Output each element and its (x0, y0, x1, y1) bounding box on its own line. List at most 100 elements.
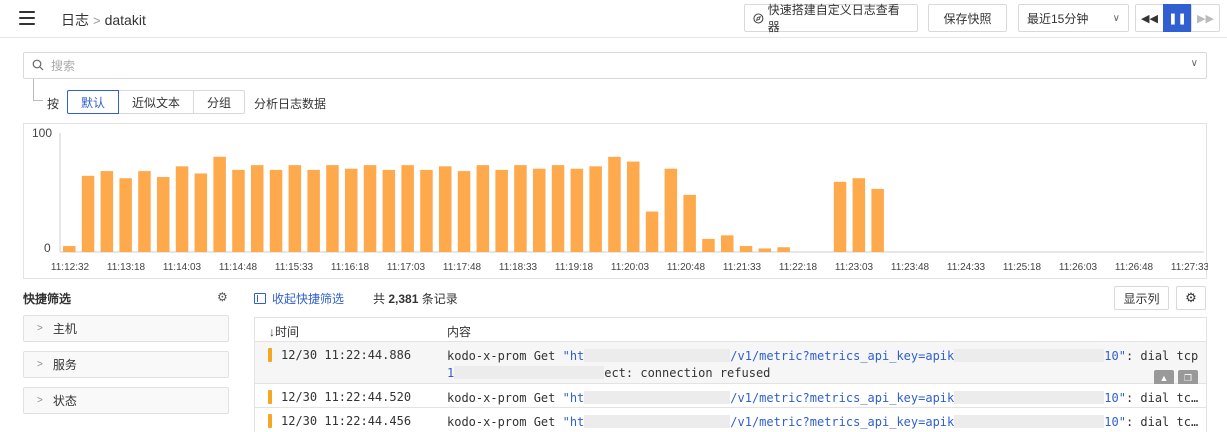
redacted-block (954, 349, 1105, 362)
gear-icon: ⚙ (1185, 290, 1197, 305)
x-tick-label: 11:23:03 (835, 262, 874, 273)
chart-bar (326, 165, 339, 252)
gear-icon[interactable]: ⚙ (217, 290, 228, 304)
search-input[interactable] (51, 56, 1181, 75)
filter-item-host[interactable]: > 主机 (23, 315, 229, 342)
x-tick-label: 11:23:48 (891, 262, 930, 273)
redacted-block (584, 391, 731, 404)
step-forward-button[interactable]: ▶▶ (1191, 4, 1220, 32)
step-back-button[interactable]: ◀◀ (1135, 4, 1164, 32)
row-time: 12/30 11:22:44.886 (281, 348, 412, 362)
top-bar: 日志 > datakit 快速搭建自定义日志查看器 保存快照 最近15分钟 ∨ … (0, 0, 1227, 38)
save-snapshot-button[interactable]: 保存快照 (928, 4, 1007, 32)
x-tick-label: 11:24:33 (947, 262, 986, 273)
chart-bar (645, 211, 659, 252)
group-by-prefix: 按 (47, 97, 60, 111)
chart-bar (269, 169, 283, 252)
tree-connector (33, 79, 43, 101)
chart-bar (138, 171, 151, 252)
table-row[interactable]: 12/30 11:22:44.456 kodo-x-prom Get "ht/v… (255, 408, 1206, 432)
hamburger-menu-icon[interactable] (18, 9, 36, 27)
filter-item-label: 主机 (52, 322, 77, 336)
table-row[interactable]: 12/30 11:22:44.886 kodo-x-prom Get "ht/v… (255, 342, 1206, 386)
group-option-group[interactable]: 分组 (193, 90, 245, 114)
x-tick-label: 11:15:33 (275, 262, 314, 273)
count-prefix: 共 (373, 292, 386, 306)
x-tick-label: 11:20:03 (611, 262, 650, 273)
display-columns-button[interactable]: 显示列 (1114, 286, 1169, 310)
quick-build-viewer-button[interactable]: 快速搭建自定义日志查看器 (744, 3, 918, 34)
group-option-default[interactable]: 默认 (67, 90, 119, 114)
chart-bar (457, 171, 471, 252)
chart-bar (758, 248, 772, 252)
status-bar (268, 414, 272, 428)
settings-button[interactable]: ⚙ (1176, 286, 1206, 310)
content-text: : dial tc… (1125, 415, 1199, 429)
redacted-block (954, 415, 1105, 428)
collapse-quick-filter-button[interactable]: 收起快捷筛选 (254, 290, 344, 307)
x-tick-label: 11:27:33 (1171, 262, 1208, 273)
content-url: /v1/metric?metrics_api_key=apik (730, 415, 955, 429)
compass-icon (753, 12, 764, 24)
row-content: kodo-x-prom Get "ht/v1/metric?metrics_ap… (447, 414, 1199, 431)
chart-bar (307, 169, 320, 252)
breadcrumb-root[interactable]: 日志 (61, 10, 89, 30)
content-text: kodo-x-prom Get (447, 391, 563, 405)
chart-bar (833, 181, 847, 252)
status-bar (268, 390, 272, 404)
x-tick-label: 11:25:18 (1003, 262, 1042, 273)
row-content: kodo-x-prom Get "ht/v1/metric?metrics_ap… (447, 390, 1199, 407)
content-url: /v1/metric?metrics_api_key=apik (730, 349, 955, 363)
content-text: kodo-x-prom Get (447, 415, 563, 429)
record-count: 共 2,381 条记录 (373, 290, 458, 307)
filter-item-service[interactable]: > 服务 (23, 351, 229, 378)
row-time: 12/30 11:22:44.520 (281, 390, 412, 404)
chart-bar (777, 247, 790, 252)
filter-item-label: 服务 (52, 358, 77, 372)
x-tick-label: 11:19:18 (555, 262, 594, 273)
x-tick-label: 11:14:03 (163, 262, 202, 273)
x-tick-label: 11:13:18 (107, 262, 146, 273)
column-header-time[interactable]: ↓时间 (269, 323, 299, 340)
chart-bar (439, 166, 452, 252)
content-url: 10" (1104, 349, 1126, 363)
group-by-suffix: 分析日志数据 (254, 97, 327, 111)
pause-button[interactable]: ❚❚ (1163, 4, 1192, 32)
breadcrumb: 日志 > datakit (61, 10, 146, 30)
x-tick-label: 11:26:48 (1115, 262, 1154, 273)
content-url: "ht (562, 415, 585, 429)
collapse-panel-icon (254, 293, 266, 304)
chevron-right-icon: > (37, 323, 43, 334)
table-row[interactable]: 12/30 11:22:44.520 kodo-x-prom Get "ht/v… (255, 384, 1206, 408)
x-tick-label: 11:16:18 (331, 262, 370, 273)
count-value: 2,381 (388, 292, 419, 306)
chart-bar (664, 168, 678, 252)
chevron-down-icon: ∨ (1112, 12, 1120, 24)
chart-bar (363, 165, 377, 252)
chart-bar (175, 166, 189, 252)
chart-bar (345, 168, 358, 252)
group-option-similar-text[interactable]: 近似文本 (118, 90, 194, 114)
chart-bar (627, 161, 640, 252)
chart-bar (589, 166, 602, 252)
chart-bar (401, 165, 414, 252)
filter-item-status[interactable]: > 状态 (23, 387, 229, 414)
chevron-down-icon[interactable]: ∨ (1191, 58, 1198, 69)
chart-bar (702, 238, 715, 252)
time-range-select[interactable]: 最近15分钟 ∨ (1018, 4, 1129, 32)
y-tick-label: 0 (44, 241, 51, 255)
chart-bar (683, 194, 696, 252)
row-time: 12/30 11:22:44.456 (281, 414, 412, 428)
content-url: 10" (1104, 415, 1126, 429)
x-tick-label: 11:18:33 (499, 262, 538, 273)
search-bar: ∨ (23, 52, 1207, 79)
search-icon (32, 59, 44, 71)
chart-bar (382, 169, 396, 252)
chart-bar (551, 165, 565, 252)
row-content: kodo-x-prom Get "ht/v1/metric?metrics_ap… (447, 348, 1199, 382)
content-url: 1 (447, 366, 455, 380)
chart-bar (514, 165, 527, 252)
content-text: : dial tcp (1125, 349, 1199, 363)
redacted-block (584, 415, 731, 428)
content-url: 10" (1104, 391, 1126, 405)
